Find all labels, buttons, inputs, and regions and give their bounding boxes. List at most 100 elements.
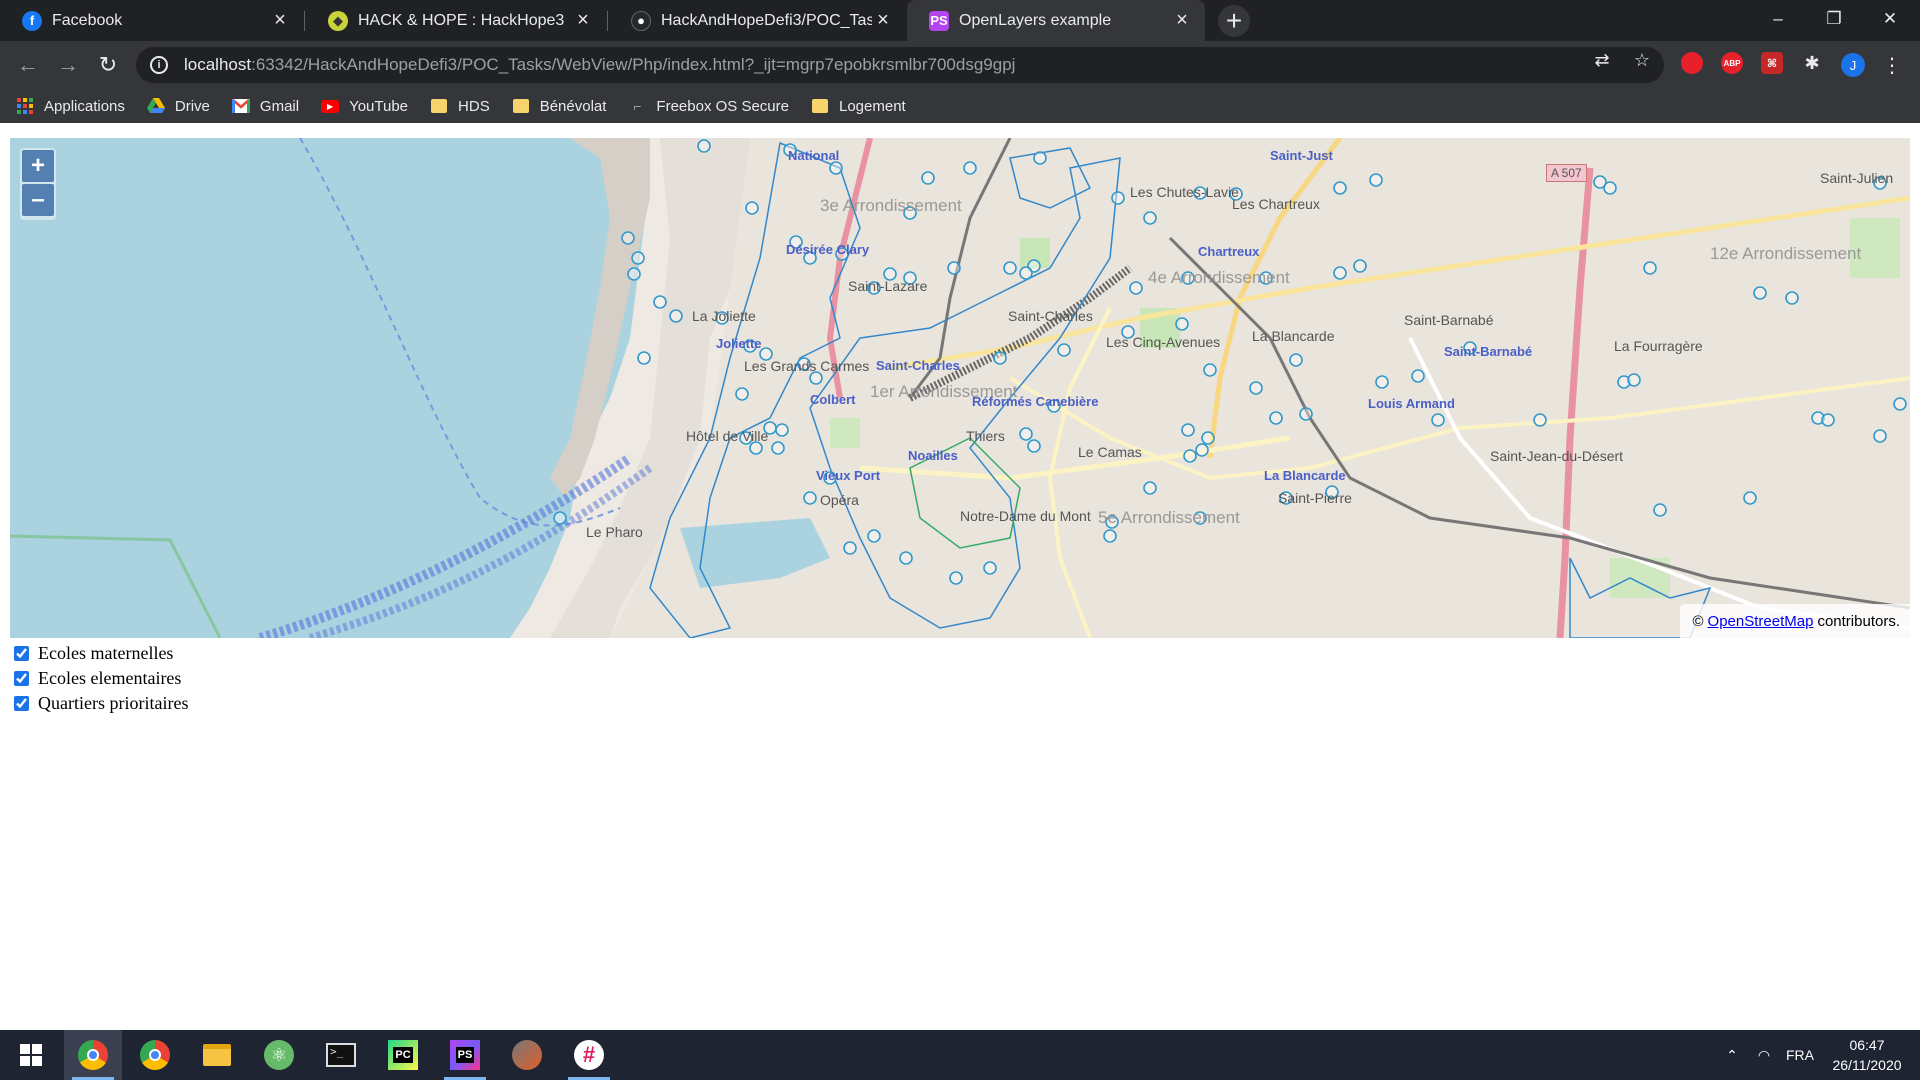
school-marker[interactable] <box>1111 191 1125 205</box>
pdf-icon[interactable]: ⌘ <box>1761 52 1783 74</box>
layer-checkbox[interactable] <box>14 646 29 661</box>
layer-ecoles-maternelles[interactable]: Ecoles maternelles <box>14 641 188 666</box>
school-marker[interactable] <box>1033 151 1047 165</box>
school-marker[interactable] <box>1743 491 1757 505</box>
zoom-in-button[interactable]: + <box>22 150 54 182</box>
menu-icon[interactable]: ⋮ <box>1882 53 1902 77</box>
school-marker[interactable] <box>1299 407 1313 421</box>
app-icon[interactable] <box>498 1030 556 1080</box>
bookmark-hds[interactable]: HDS <box>430 97 490 115</box>
school-marker[interactable] <box>1785 291 1799 305</box>
school-marker[interactable] <box>983 561 997 575</box>
bookmark-freebox[interactable]: ⌐ Freebox OS Secure <box>628 97 789 115</box>
school-marker[interactable] <box>949 571 963 585</box>
school-marker[interactable] <box>1195 443 1209 457</box>
school-marker[interactable] <box>1143 481 1157 495</box>
school-marker[interactable] <box>1201 431 1215 445</box>
terminal-icon[interactable]: >_ <box>312 1030 370 1080</box>
clock[interactable]: 06:47 26/11/2020 <box>1822 1035 1912 1075</box>
school-marker[interactable] <box>1333 266 1347 280</box>
atom-icon[interactable]: ⚛ <box>250 1030 308 1080</box>
school-marker[interactable] <box>631 251 645 265</box>
school-marker[interactable] <box>1103 529 1117 543</box>
school-marker[interactable] <box>1003 261 1017 275</box>
layer-checkbox[interactable] <box>14 696 29 711</box>
maximize-button[interactable]: ❐ <box>1806 0 1862 38</box>
school-marker[interactable] <box>1411 369 1425 383</box>
bookmark-star-icon[interactable]: ☆ <box>1632 50 1652 70</box>
school-marker[interactable] <box>1753 286 1767 300</box>
school-marker[interactable] <box>1269 411 1283 425</box>
school-marker[interactable] <box>1353 259 1367 273</box>
school-marker[interactable] <box>1603 181 1617 195</box>
school-marker[interactable] <box>1027 439 1041 453</box>
chrome-icon[interactable] <box>64 1030 122 1080</box>
school-marker[interactable] <box>1019 427 1033 441</box>
phpstorm-icon[interactable]: PS <box>436 1030 494 1080</box>
school-marker[interactable] <box>963 161 977 175</box>
tab-github[interactable]: ● HackAndHopeDefi3/POC_Tasks/W × <box>609 0 906 41</box>
school-marker[interactable] <box>771 441 785 455</box>
school-marker[interactable] <box>1627 373 1641 387</box>
school-marker[interactable] <box>803 491 817 505</box>
school-marker[interactable] <box>1375 375 1389 389</box>
school-marker[interactable] <box>1431 413 1445 427</box>
address-bar[interactable]: i localhost:63342/HackAndHopeDefi3/POC_T… <box>136 47 1664 83</box>
school-marker[interactable] <box>829 161 843 175</box>
school-marker[interactable] <box>921 171 935 185</box>
new-tab-button[interactable]: + <box>1218 5 1250 37</box>
layer-ecoles-elementaires[interactable]: Ecoles elementaires <box>14 666 188 691</box>
file-explorer-icon[interactable] <box>188 1030 246 1080</box>
close-tab-icon[interactable]: × <box>269 9 291 32</box>
back-button[interactable]: ← <box>12 49 44 81</box>
school-marker[interactable] <box>1019 266 1033 280</box>
map-view[interactable]: National Saint-Just A 507 Saint-Julien L… <box>10 138 1910 638</box>
translate-icon[interactable]: ⇄ <box>1592 50 1612 70</box>
school-marker[interactable] <box>1643 261 1657 275</box>
url-text[interactable]: localhost:63342/HackAndHopeDefi3/POC_Tas… <box>184 55 1015 75</box>
bookmark-logement[interactable]: Logement <box>811 97 906 115</box>
school-marker[interactable] <box>1203 363 1217 377</box>
school-marker[interactable] <box>627 267 641 281</box>
school-marker[interactable] <box>1249 381 1263 395</box>
profile-avatar[interactable]: J <box>1841 53 1865 77</box>
network-icon[interactable]: ◠ <box>1750 1030 1778 1080</box>
school-marker[interactable] <box>735 387 749 401</box>
close-window-button[interactable]: ✕ <box>1862 0 1918 38</box>
close-tab-icon[interactable]: × <box>572 9 594 32</box>
school-marker[interactable] <box>653 295 667 309</box>
school-marker[interactable] <box>637 351 651 365</box>
show-hidden-icons-icon[interactable]: ⌃ <box>1718 1030 1746 1080</box>
forward-button[interactable]: → <box>52 49 84 81</box>
record-icon[interactable] <box>1681 52 1703 74</box>
school-marker[interactable] <box>669 309 683 323</box>
layer-quartiers-prioritaires[interactable]: Quartiers prioritaires <box>14 691 188 716</box>
pycharm-icon[interactable]: PC <box>374 1030 432 1080</box>
language-indicator[interactable]: FRA <box>1782 1030 1818 1080</box>
tab-hackhope[interactable]: ◆ HACK & HOPE : HackHope3 × <box>306 0 606 41</box>
tab-facebook[interactable]: f Facebook × <box>0 0 303 41</box>
school-marker[interactable] <box>621 231 635 245</box>
minimize-button[interactable]: – <box>1750 0 1806 38</box>
school-marker[interactable] <box>775 423 789 437</box>
bookmark-drive[interactable]: Drive <box>146 97 210 115</box>
school-marker[interactable] <box>843 541 857 555</box>
school-marker[interactable] <box>1873 429 1887 443</box>
bookmark-youtube[interactable]: ▶ YouTube <box>321 97 408 115</box>
school-marker[interactable] <box>1057 343 1071 357</box>
school-marker[interactable] <box>553 511 567 525</box>
school-marker[interactable] <box>1289 353 1303 367</box>
school-marker[interactable] <box>1183 449 1197 463</box>
school-marker[interactable] <box>867 529 881 543</box>
school-marker[interactable] <box>1143 211 1157 225</box>
school-marker[interactable] <box>1129 281 1143 295</box>
school-marker[interactable] <box>1533 413 1547 427</box>
school-marker[interactable] <box>1653 503 1667 517</box>
bookmark-applications[interactable]: Applications <box>16 97 125 115</box>
close-tab-icon[interactable]: × <box>872 9 894 32</box>
bookmark-benevolat[interactable]: Bénévolat <box>512 97 606 115</box>
school-marker[interactable] <box>697 139 711 153</box>
tab-openlayers[interactable]: PS OpenLayers example × <box>907 0 1205 41</box>
puzzle-icon[interactable]: ✱ <box>1801 52 1823 74</box>
school-marker[interactable] <box>1333 181 1347 195</box>
